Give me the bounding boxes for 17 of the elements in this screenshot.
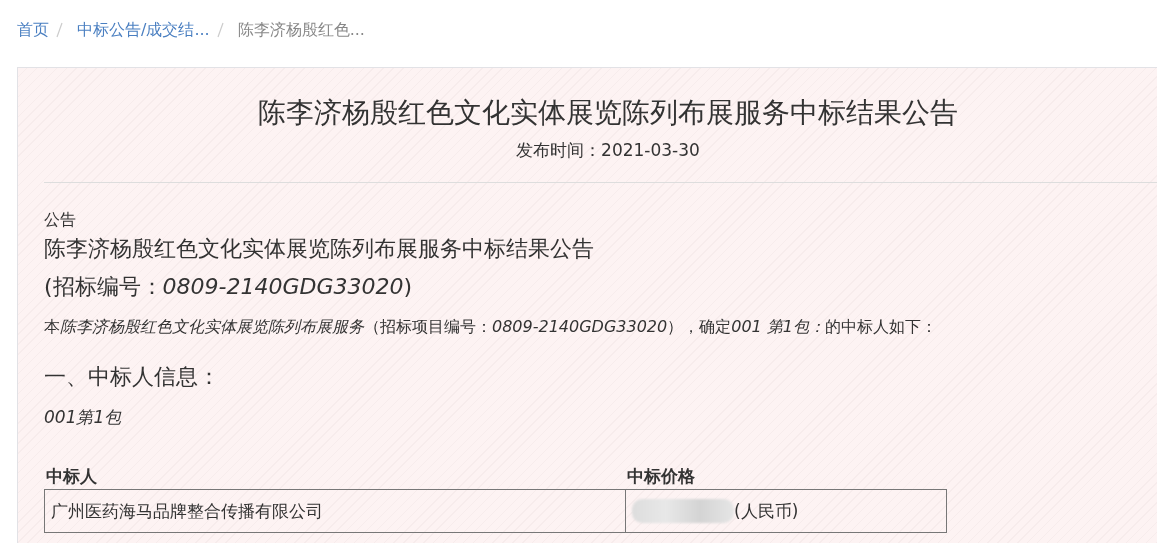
notice-title: 陈李济杨殷红色文化实体展览陈列布展服务中标结果公告 xyxy=(257,95,959,131)
package-label: 001第1包 xyxy=(44,406,123,429)
column-header: 中标人 xyxy=(45,466,97,486)
column-header: 中标价格 xyxy=(626,466,695,486)
tender-number: (招标编号：0809-2140GDG33020) xyxy=(44,273,414,301)
section-title: 一、中标人信息： xyxy=(44,363,221,391)
table-cell: 广州医药海马品牌整合传播有限公司 xyxy=(44,489,626,533)
separator-icon xyxy=(215,21,224,39)
separator-icon xyxy=(55,21,63,39)
notice-label: 公告 xyxy=(44,209,77,231)
current-page-title: 陈李济杨殷红色... xyxy=(237,19,365,41)
breadcrumb-link[interactable]: 中标公告/成交结... xyxy=(77,19,210,41)
breadcrumb-link[interactable]: 首页 xyxy=(17,19,49,41)
notice-heading: 陈李济杨殷红色文化实体展览陈列布展服务中标结果公告 xyxy=(44,235,595,263)
table-cell: (人民币) xyxy=(625,489,947,533)
publish-date: 发布时间：2021-03-30 xyxy=(515,139,701,162)
statement-text: 本陈李济杨殷红色文化实体展览陈列布展服务（招标项目编号：0809-2140GDG33020），确定001 第1包：的中标人如下： xyxy=(44,316,939,338)
